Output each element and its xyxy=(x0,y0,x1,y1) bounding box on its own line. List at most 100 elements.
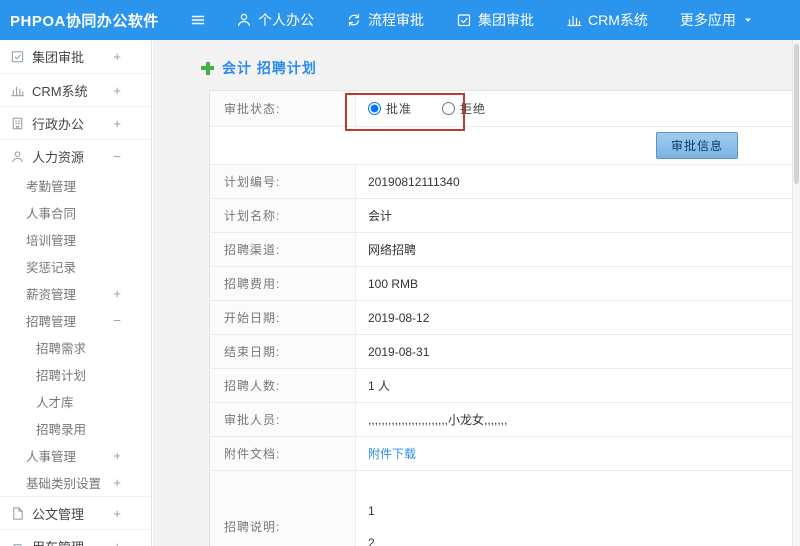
attachment-download-link[interactable]: 附件下载 xyxy=(356,445,792,462)
top-menu-item[interactable]: 集团审批 xyxy=(456,10,534,30)
field-label: 附件文档: xyxy=(210,437,356,470)
flow-icon xyxy=(346,12,362,28)
table-row: 计划编号: 20190812111340 xyxy=(210,165,792,199)
edit-square-icon xyxy=(10,49,25,64)
topbar: PHPOA协同办公软件 个人办公 流程审批 集团审批 CRM系统 更多应用 xyxy=(0,0,800,40)
expand-toggle[interactable]: + xyxy=(113,49,121,64)
expand-toggle[interactable]: + xyxy=(113,506,121,521)
page-header: 会计 招聘计划 xyxy=(153,40,792,90)
table-row: 招聘人数: 1 人 xyxy=(210,369,792,403)
field-label: 招聘人数: xyxy=(210,369,356,402)
top-menu-item[interactable]: CRM系统 xyxy=(566,10,648,30)
main-content: 会计 招聘计划 审批状态: 批准 拒绝 审批信息 计划编号: 201908121… xyxy=(153,40,792,546)
car-icon xyxy=(10,539,25,546)
expand-toggle[interactable]: + xyxy=(113,539,121,546)
sidebar-item[interactable]: 招聘录用 xyxy=(0,415,151,442)
expand-toggle[interactable]: + xyxy=(113,286,121,301)
status-radios: 批准 拒绝 xyxy=(356,100,792,117)
radio-option-reject[interactable]: 拒绝 xyxy=(442,100,486,117)
top-menu-item[interactable]: 流程审批 xyxy=(346,10,424,30)
doc-icon xyxy=(10,506,25,521)
expand-toggle[interactable]: + xyxy=(113,116,121,131)
table-row: 审批人员: ,,,,,,,,,,,,,,,,,,,,,,,,小龙女,,,,,,, xyxy=(210,403,792,437)
field-label: 招聘费用: xyxy=(210,267,356,300)
sidebar-item-label: 培训管理 xyxy=(26,234,77,248)
sidebar-item[interactable]: CRM系统 + xyxy=(0,73,151,106)
sidebar-item-label: 招聘录用 xyxy=(36,423,87,437)
sidebar-item-label: 公文管理 xyxy=(32,506,85,522)
expand-toggle[interactable]: + xyxy=(113,475,121,490)
add-icon[interactable] xyxy=(201,61,214,75)
table-row: 结束日期: 2019-08-31 xyxy=(210,335,792,369)
sidebar-item[interactable]: 培训管理 xyxy=(0,226,151,253)
top-menu-item[interactable]: 个人办公 xyxy=(236,10,314,30)
sidebar-item[interactable]: 公文管理 + xyxy=(0,496,151,529)
sidebar-item[interactable]: 薪资管理 + xyxy=(0,280,151,307)
field-label: 计划名称: xyxy=(210,199,356,232)
top-menu-label: 流程审批 xyxy=(368,12,424,28)
field-label: 招聘渠道: xyxy=(210,233,356,266)
sidebar-item-label: 用车管理 xyxy=(32,537,84,546)
field-value: 网络招聘 xyxy=(368,243,417,257)
reject-radio[interactable] xyxy=(442,102,456,115)
top-menu-item[interactable]: 更多应用 xyxy=(680,10,754,30)
sidebar-item[interactable]: 考勤管理 xyxy=(0,172,151,199)
sidebar-item-label: 招聘需求 xyxy=(36,342,87,356)
sidebar-item-label: 人才库 xyxy=(36,396,74,410)
field-value: 2019-08-12 xyxy=(368,310,430,325)
sidebar-item-label: 考勤管理 xyxy=(26,180,77,194)
expand-toggle[interactable]: + xyxy=(113,83,121,98)
sidebar-item[interactable]: 招聘管理 − xyxy=(0,307,151,334)
sidebar-item-label: 行政办公 xyxy=(32,116,85,132)
field-label: 开始日期: xyxy=(210,301,356,334)
approve-radio-label: 批准 xyxy=(386,102,413,116)
edit-square-icon xyxy=(456,12,472,28)
field-value: 1 人 xyxy=(368,379,391,393)
scrollbar-thumb[interactable] xyxy=(794,44,799,184)
expand-toggle[interactable]: − xyxy=(113,313,121,328)
sidebar-item[interactable]: 基础类别设置 + xyxy=(0,469,151,496)
app-title: PHPOA协同办公软件 xyxy=(10,12,159,30)
sidebar-item[interactable]: 人才库 xyxy=(0,388,151,415)
sidebar-item[interactable]: 人力资源 − xyxy=(0,139,151,172)
vertical-scrollbar[interactable] xyxy=(792,40,800,546)
sidebar-item[interactable]: 集团审批 + xyxy=(0,40,151,73)
status-row: 审批状态: 批准 拒绝 xyxy=(210,91,792,127)
field-value: 1 2 xyxy=(368,503,375,546)
sidebar-item-label: 集团审批 xyxy=(32,50,85,65)
sidebar-item[interactable]: 人事合同 xyxy=(0,199,151,226)
sidebar-item-label: 招聘管理 xyxy=(26,315,77,329)
sidebar-item-label: 人力资源 xyxy=(32,149,85,165)
sidebar-item[interactable]: 招聘计划 xyxy=(0,361,151,388)
sidebar-item[interactable]: 用车管理 + xyxy=(0,529,151,546)
hamburger-icon[interactable] xyxy=(190,12,206,28)
table-row: 附件文档: 附件下载 xyxy=(210,437,792,471)
table-row: 招聘渠道: 网络招聘 xyxy=(210,233,792,267)
field-value: 2019-08-31 xyxy=(368,344,430,359)
field-value: 会计 xyxy=(368,209,393,223)
sidebar-item-label: 薪资管理 xyxy=(26,288,77,302)
field-label: 审批人员: xyxy=(210,403,356,436)
building-icon xyxy=(10,116,25,131)
sidebar-item-label: 人事合同 xyxy=(26,207,77,221)
sidebar-item-label: 人事管理 xyxy=(26,450,77,464)
reject-radio-label: 拒绝 xyxy=(460,102,487,116)
sidebar-item[interactable]: 人事管理 + xyxy=(0,442,151,469)
sidebar-item-label: 招聘计划 xyxy=(36,369,87,383)
table-row: 招聘费用: 100 RMB xyxy=(210,267,792,301)
page-title: 会计 招聘计划 xyxy=(222,60,317,76)
sidebar-item[interactable]: 奖惩记录 xyxy=(0,253,151,280)
sidebar-item-label: CRM系统 xyxy=(32,83,88,99)
sidebar-item[interactable]: 行政办公 + xyxy=(0,106,151,139)
field-label: 审批状态: xyxy=(210,91,356,126)
expand-toggle[interactable]: + xyxy=(113,448,121,463)
sidebar: 集团审批 + CRM系统 + 行政办公 + 人力资源 − 考勤管理 人事合同 培… xyxy=(0,40,152,546)
top-menu-label: 个人办公 xyxy=(258,12,314,28)
expand-toggle[interactable]: − xyxy=(113,149,121,164)
sidebar-item[interactable]: 招聘需求 xyxy=(0,334,151,361)
person-icon xyxy=(236,12,252,28)
approval-info-button[interactable]: 审批信息 xyxy=(655,132,738,159)
approve-radio[interactable] xyxy=(368,102,381,115)
radio-option-approve[interactable]: 批准 xyxy=(368,100,412,117)
table-row: 计划名称: 会计 xyxy=(210,199,792,233)
